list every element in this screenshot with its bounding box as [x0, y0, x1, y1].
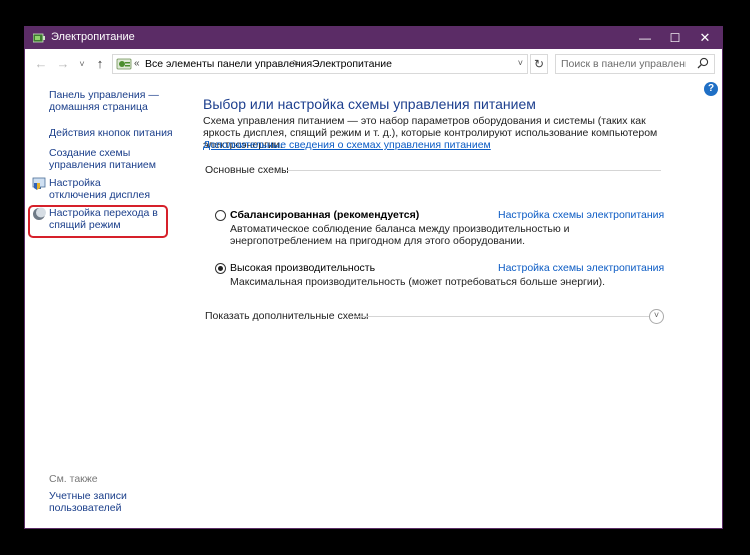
window-title: Электропитание: [51, 31, 135, 43]
sidebar-item-create-plan[interactable]: Создание схемы управления питанием: [49, 147, 177, 171]
power-options-window: Электропитание — ☐ ✕ ← → ˅ ↑ « Все элеме…: [24, 26, 723, 529]
page-title: Выбор или настройка схемы управления пит…: [203, 96, 536, 112]
breadcrumb-separator[interactable]: >: [293, 58, 299, 69]
breadcrumb-item-all-control-panel-items[interactable]: Все элементы панели управления: [145, 58, 312, 70]
sidebar: Панель управления — домашняя страница Де…: [25, 80, 185, 528]
show-additional-plans[interactable]: Показать дополнительные схемы: [205, 310, 368, 322]
address-bar: ← → ˅ ↑ « Все элементы панели управления…: [25, 49, 722, 79]
back-arrow-icon[interactable]: ←: [33, 56, 49, 72]
address-dropdown-chevron-icon[interactable]: ˅: [518, 58, 523, 68]
refresh-icon[interactable]: ↻: [530, 54, 548, 74]
power-options-icon: [33, 33, 45, 43]
sidebar-item-control-panel-home[interactable]: Панель управления — домашняя страница: [49, 89, 183, 113]
highlight-annotation: [28, 205, 168, 238]
section-divider: [287, 170, 661, 171]
search-input[interactable]: [556, 55, 686, 73]
breadcrumb-overflow[interactable]: «: [134, 58, 140, 69]
additional-plans-divider: [354, 316, 649, 317]
sidebar-item-user-accounts[interactable]: Учетные записи пользователей: [49, 490, 159, 514]
title-bar[interactable]: Электропитание — ☐ ✕: [25, 27, 722, 49]
search-box[interactable]: [555, 54, 715, 74]
forward-arrow-icon[interactable]: →: [55, 56, 71, 72]
up-arrow-icon[interactable]: ↑: [92, 56, 108, 72]
radio-high-performance[interactable]: [215, 263, 226, 274]
plan-description-balanced: Автоматическое соблюдение баланса между …: [230, 223, 570, 247]
plan-settings-link-high-performance[interactable]: Настройка схемы электропитания: [498, 262, 664, 274]
help-icon[interactable]: ?: [704, 82, 718, 96]
see-also-label: См. также: [49, 473, 98, 485]
display-shield-icon: [32, 177, 46, 190]
minimize-button[interactable]: —: [630, 27, 660, 49]
expand-chevron-icon[interactable]: ˅: [649, 309, 664, 324]
search-icon[interactable]: [697, 57, 709, 69]
section-heading: Основные схемы: [205, 164, 289, 176]
recent-locations-chevron-icon[interactable]: ˅: [74, 56, 90, 72]
breadcrumb[interactable]: « Все элементы панели управления > Элект…: [112, 54, 528, 74]
sidebar-item-power-buttons[interactable]: Действия кнопок питания: [49, 127, 183, 139]
plan-settings-link-balanced[interactable]: Настройка схемы электропитания: [498, 209, 664, 221]
maximize-button[interactable]: ☐: [660, 27, 690, 49]
plan-name-high-performance[interactable]: Высокая производительность: [230, 262, 375, 274]
breadcrumb-item-power-options[interactable]: Электропитание: [312, 58, 392, 70]
control-panel-icon: [116, 58, 132, 70]
power-plans-details-link[interactable]: Дополнительные сведения о схемах управле…: [203, 139, 491, 151]
radio-balanced[interactable]: [215, 210, 226, 221]
sidebar-item-display-off[interactable]: Настройка отключения дисплея: [49, 177, 161, 201]
close-button[interactable]: ✕: [690, 27, 720, 49]
plan-description-high-performance: Максимальная производительность (может п…: [230, 276, 606, 288]
plan-name-balanced[interactable]: Сбалансированная (рекомендуется): [230, 209, 419, 221]
